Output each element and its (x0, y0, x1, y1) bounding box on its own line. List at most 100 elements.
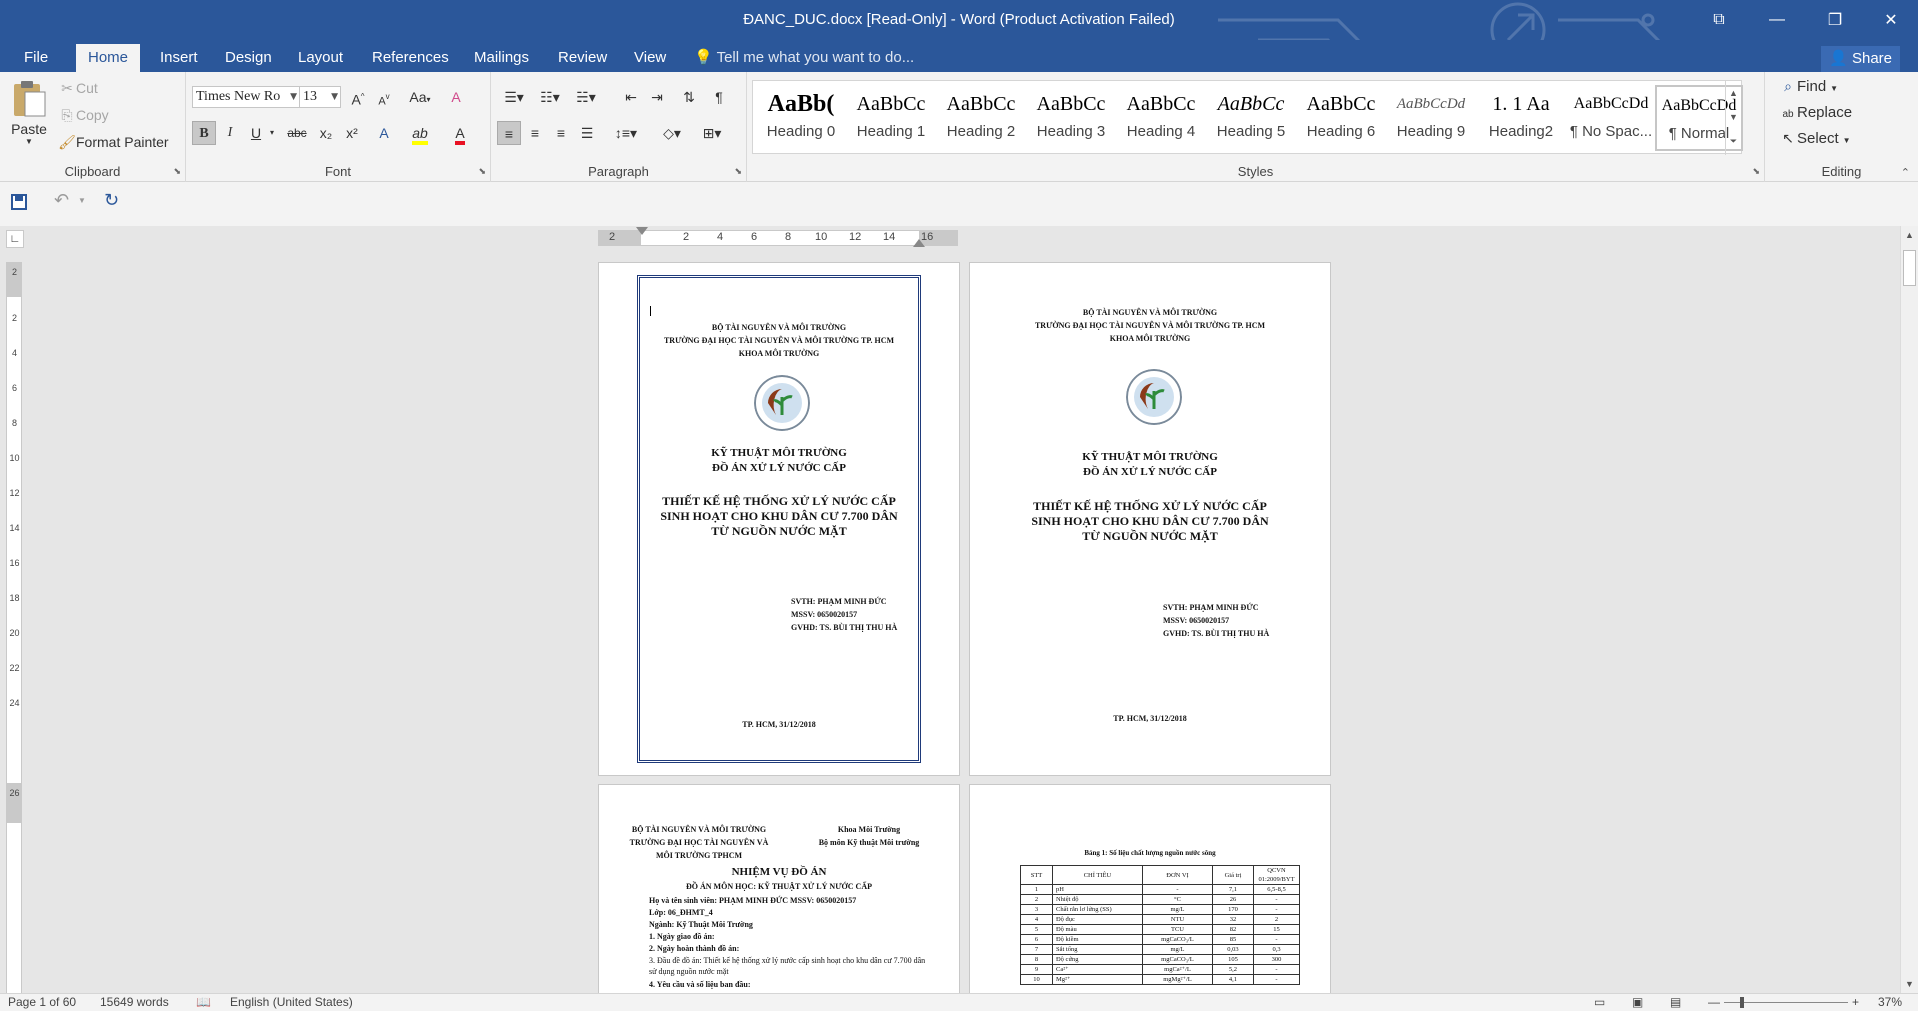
save-icon[interactable] (11, 194, 27, 210)
collapse-ribbon-icon[interactable]: ⌃ (1901, 166, 1910, 179)
numbering-icon[interactable]: ☷▾ (533, 85, 567, 109)
clear-formatting-icon[interactable]: A (444, 85, 468, 109)
replace-button[interactable]: ab Replace (1779, 104, 1852, 121)
dialog-launcher-icon[interactable]: ⬊ (734, 166, 742, 177)
restore-icon[interactable]: ❐ (1806, 0, 1864, 40)
vertical-scrollbar[interactable]: ▲ ▼ (1900, 226, 1918, 993)
align-right-icon[interactable]: ≡ (549, 121, 573, 145)
zoom-in-icon[interactable]: + (1852, 995, 1859, 1009)
tab-selector-icon[interactable]: ∟ (6, 230, 24, 248)
shading-icon[interactable]: ◇▾ (655, 121, 689, 145)
document-area[interactable]: 2 2 4 6 8 10 12 14 16 ∟ 2 2 4 6 8 10 12 … (0, 226, 1918, 993)
vertical-ruler[interactable]: 2 2 4 6 8 10 12 14 16 18 20 22 24 26 (6, 262, 22, 993)
highlight-button[interactable]: ab (408, 121, 432, 145)
select-button[interactable]: ↖ Select ▼ (1779, 130, 1850, 147)
style-no-spacing[interactable]: AaBbCcDd ¶ No Spac... (1567, 85, 1655, 151)
style-heading-6[interactable]: AaBbCc Heading 6 (1297, 85, 1385, 151)
page-count[interactable]: Page 1 of 60 (8, 995, 76, 1009)
justify-icon[interactable]: ☰ (575, 121, 599, 145)
style-heading2[interactable]: 1. 1 Aa Heading2 (1477, 85, 1565, 151)
chevron-down-icon[interactable]: ▼ (1901, 979, 1918, 989)
redo-icon[interactable]: ↻ (104, 190, 119, 211)
chevron-up-icon[interactable]: ▲ (1726, 81, 1741, 105)
line-spacing-icon[interactable]: ↕≡▾ (609, 121, 643, 145)
right-indent-marker-icon[interactable] (913, 239, 925, 247)
dialog-launcher-icon[interactable]: ⬊ (1752, 166, 1760, 177)
style-heading-0[interactable]: AaBb( Heading 0 (757, 85, 845, 151)
bullets-icon[interactable]: ☰▾ (497, 85, 531, 109)
change-case-button[interactable]: Aa▾ (404, 85, 436, 109)
style-heading-2[interactable]: AaBbCc Heading 2 (937, 85, 1025, 151)
scrollbar-thumb[interactable] (1903, 250, 1916, 286)
subscript-button[interactable]: x₂ (314, 121, 338, 145)
word-count[interactable]: 15649 words (100, 995, 169, 1009)
close-icon[interactable]: ✕ (1862, 0, 1918, 40)
tell-me-box[interactable]: 💡 Tell me what you want to do... (694, 44, 914, 72)
decrease-indent-icon[interactable]: ⇤ (619, 85, 643, 109)
grow-font-button[interactable]: A^ (346, 85, 370, 109)
zoom-out-icon[interactable]: — (1708, 995, 1720, 1009)
borders-icon[interactable]: ⊞▾ (695, 121, 729, 145)
style-heading-3[interactable]: AaBbCc Heading 3 (1027, 85, 1115, 151)
copy-button[interactable]: ⎘ Copy (58, 107, 108, 124)
share-button[interactable]: 👤 Share (1821, 46, 1900, 72)
chevron-down-icon[interactable]: ▼ (1726, 105, 1741, 129)
read-mode-icon[interactable]: ▭ (1594, 995, 1605, 1009)
pilcrow-icon[interactable]: ¶ (707, 85, 731, 109)
indent-marker-icon[interactable] (636, 227, 648, 235)
tab-file[interactable]: File (12, 44, 60, 72)
chevron-down-icon[interactable]: ▾ (266, 121, 278, 145)
style-heading-4[interactable]: AaBbCc Heading 4 (1117, 85, 1205, 151)
page-table[interactable]: Bảng 1: Số liệu chất lượng nguồn nước sô… (969, 784, 1331, 993)
zoom-slider-thumb[interactable] (1740, 997, 1744, 1008)
style-heading-1[interactable]: AaBbCc Heading 1 (847, 85, 935, 151)
dialog-launcher-icon[interactable]: ⬊ (173, 166, 181, 177)
ribbon-display-icon[interactable]: ⧉ (1690, 0, 1748, 40)
tab-insert[interactable]: Insert (148, 44, 210, 72)
language[interactable]: English (United States) (230, 995, 353, 1009)
web-layout-icon[interactable]: ▤ (1670, 995, 1681, 1009)
increase-indent-icon[interactable]: ⇥ (645, 85, 669, 109)
italic-button[interactable]: I (218, 121, 242, 145)
dialog-launcher-icon[interactable]: ⬊ (478, 166, 486, 177)
paste-button[interactable]: Paste ▼ (8, 78, 50, 146)
bold-button[interactable]: B (192, 121, 216, 145)
font-size-select[interactable]: 13 ▼ (299, 86, 341, 108)
chevron-up-icon[interactable]: ▲ (1901, 230, 1918, 240)
undo-icon[interactable]: ↶ (54, 190, 69, 211)
minimize-icon[interactable]: — (1748, 0, 1806, 40)
text-effects-button[interactable]: A (372, 121, 396, 145)
align-center-icon[interactable]: ≡ (523, 121, 547, 145)
align-left-icon[interactable]: ≡ (497, 121, 521, 145)
proofing-icon[interactable]: 📖 (196, 995, 211, 1009)
page-cover-2[interactable]: BỘ TÀI NGUYÊN VÀ MÔI TRƯỜNG TRƯỜNG ĐẠI H… (969, 262, 1331, 776)
superscript-button[interactable]: x² (340, 121, 364, 145)
format-painter-button[interactable]: 🖌Format Painter (58, 134, 168, 151)
style-heading-9[interactable]: AaBbCcDd Heading 9 (1387, 85, 1475, 151)
tab-view[interactable]: View (622, 44, 678, 72)
gallery-scroll[interactable]: ▲ ▼ ⏷ (1725, 81, 1741, 155)
tab-references[interactable]: References (360, 44, 461, 72)
page-cover[interactable]: BỘ TÀI NGUYÊN VÀ MÔI TRƯỜNG TRƯỜNG ĐẠI H… (598, 262, 960, 776)
horizontal-ruler[interactable]: 2 2 4 6 8 10 12 14 16 (598, 227, 958, 247)
underline-button[interactable]: U (244, 121, 268, 145)
tab-design[interactable]: Design (213, 44, 284, 72)
tab-home[interactable]: Home (76, 44, 141, 72)
page-task[interactable]: BỘ TÀI NGUYÊN VÀ MÔI TRƯỜNG TRƯỜNG ĐẠI H… (598, 784, 960, 993)
style-heading-5[interactable]: AaBbCc Heading 5 (1207, 85, 1295, 151)
gallery-more-icon[interactable]: ⏷ (1726, 129, 1741, 153)
cut-button[interactable]: ✂ Cut (58, 80, 98, 97)
print-layout-icon[interactable]: ▣ (1632, 995, 1643, 1009)
tab-review[interactable]: Review (546, 44, 619, 72)
chevron-down-icon[interactable]: ▼ (78, 196, 86, 205)
zoom-level[interactable]: 37% (1878, 995, 1902, 1009)
shrink-font-button[interactable]: Av (372, 85, 396, 109)
font-color-button[interactable]: A (448, 121, 472, 145)
tab-mailings[interactable]: Mailings (462, 44, 541, 72)
tab-layout[interactable]: Layout (286, 44, 355, 72)
multilevel-list-icon[interactable]: ☵▾ (569, 85, 603, 109)
strikethrough-button[interactable]: abc (282, 121, 312, 145)
sort-icon[interactable]: ⇅ (677, 85, 701, 109)
font-name-select[interactable]: Times New Ro ▼ (192, 86, 300, 108)
find-button[interactable]: ⌕ Find ▼ (1779, 78, 1838, 95)
